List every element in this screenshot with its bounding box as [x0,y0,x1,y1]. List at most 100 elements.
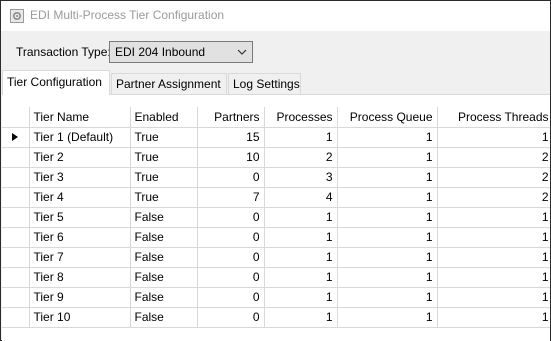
cell-enabled[interactable]: False [130,267,198,288]
cell-partners[interactable]: 0 [197,307,265,328]
title-bar[interactable]: EDI Multi-Process Tier Configuration [1,1,550,31]
table-row[interactable]: Tier 3 True 0 3 1 2 [2,167,550,188]
cell-processes[interactable]: 4 [264,187,338,208]
main-window: EDI Multi-Process Tier Configuration Tra… [0,0,551,341]
cell-tier-name[interactable]: Tier 5 [29,207,131,228]
cell-processes[interactable]: 1 [264,267,338,288]
cell-tier-name[interactable]: Tier 8 [29,267,131,288]
cell-enabled[interactable]: False [130,247,198,268]
cell-process-queue[interactable]: 1 [337,187,438,208]
cell-partners[interactable]: 0 [197,207,265,228]
cell-enabled[interactable]: True [130,147,198,168]
window-title: EDI Multi-Process Tier Configuration [30,8,225,22]
current-row-arrow-icon [12,133,19,141]
cell-processes[interactable]: 1 [264,207,338,228]
cell-tier-name[interactable]: Tier 10 [29,307,131,328]
table-row[interactable]: Tier 7 False 0 1 1 1 [2,247,550,268]
tab-partner-assignment[interactable]: Partner Assignment [111,73,227,94]
cell-tier-name[interactable]: Tier 4 [29,187,131,208]
row-selector[interactable] [2,127,30,148]
cell-process-queue[interactable]: 1 [337,207,438,228]
cell-tier-name[interactable]: Tier 7 [29,247,131,268]
row-selector[interactable] [2,227,30,248]
cell-tier-name[interactable]: Tier 6 [29,227,131,248]
cell-process-threads[interactable]: 1 [437,227,550,248]
cell-enabled[interactable]: False [130,307,198,328]
transaction-type-dropdown[interactable]: EDI 204 Inbound [109,41,253,63]
cell-process-queue[interactable]: 1 [337,287,438,308]
column-header-partners[interactable]: Partners [197,107,265,128]
row-selector[interactable] [2,207,30,228]
column-header-process-queue[interactable]: Process Queue [337,107,438,128]
cell-tier-name[interactable]: Tier 2 [29,147,131,168]
cell-partners[interactable]: 10 [197,147,265,168]
table-row[interactable]: Tier 9 False 0 1 1 1 [2,287,550,308]
cell-enabled[interactable]: False [130,207,198,228]
cell-partners[interactable]: 0 [197,247,265,268]
cell-process-threads[interactable]: 1 [437,247,550,268]
cell-processes[interactable]: 1 [264,247,338,268]
table-row[interactable]: Tier 6 False 0 1 1 1 [2,227,550,248]
cell-process-queue[interactable]: 1 [337,267,438,288]
row-selector[interactable] [2,267,30,288]
row-selector[interactable] [2,247,30,268]
cell-process-threads[interactable]: 1 [437,307,550,328]
cell-partners[interactable]: 0 [197,287,265,308]
cell-processes[interactable]: 1 [264,227,338,248]
row-selector[interactable] [2,187,30,208]
cell-processes[interactable]: 2 [264,147,338,168]
table-row[interactable]: Tier 10 False 0 1 1 1 [2,307,550,328]
row-selector[interactable] [2,147,30,168]
cell-process-threads[interactable]: 2 [437,167,550,188]
cell-process-queue[interactable]: 1 [337,147,438,168]
tab-tier-configuration[interactable]: Tier Configuration [2,70,110,95]
table-row[interactable]: Tier 5 False 0 1 1 1 [2,207,550,228]
column-header-processes[interactable]: Processes [264,107,338,128]
table-row[interactable]: Tier 2 True 10 2 1 2 [2,147,550,168]
cell-process-threads[interactable]: 1 [437,267,550,288]
row-selector[interactable] [2,307,30,328]
chevron-down-icon [237,49,247,55]
cell-partners[interactable]: 7 [197,187,265,208]
cell-partners[interactable]: 0 [197,167,265,188]
cell-process-threads[interactable]: 2 [437,147,550,168]
cell-enabled[interactable]: True [130,187,198,208]
column-header-tier-name[interactable]: Tier Name [29,107,131,128]
cell-partners[interactable]: 15 [197,127,265,148]
cell-processes[interactable]: 3 [264,167,338,188]
cell-tier-name[interactable]: Tier 3 [29,167,131,188]
tier-grid[interactable]: Tier Name Enabled Partners Processes Pro… [2,107,550,339]
cell-enabled[interactable]: True [130,127,198,148]
transaction-type-value: EDI 204 Inbound [115,45,206,59]
column-header-process-threads[interactable]: Process Threads [437,107,550,128]
cell-process-queue[interactable]: 1 [337,127,438,148]
table-row[interactable]: Tier 4 True 7 4 1 2 [2,187,550,208]
cell-process-queue[interactable]: 1 [337,247,438,268]
cell-partners[interactable]: 0 [197,267,265,288]
cell-processes[interactable]: 1 [264,287,338,308]
table-row[interactable]: Tier 1 (Default) True 15 1 1 1 [2,127,550,148]
tab-log-settings[interactable]: Log Settings [228,73,301,94]
row-selector[interactable] [2,167,30,188]
cell-process-queue[interactable]: 1 [337,167,438,188]
cell-process-threads[interactable]: 1 [437,127,550,148]
column-header-enabled[interactable]: Enabled [130,107,198,128]
cell-process-threads[interactable]: 1 [437,207,550,228]
cell-process-threads[interactable]: 2 [437,187,550,208]
row-header-corner [2,107,30,128]
cell-processes[interactable]: 1 [264,307,338,328]
tab-label: Log Settings [233,77,300,91]
table-row[interactable]: Tier 8 False 0 1 1 1 [2,267,550,288]
cell-process-threads[interactable]: 1 [437,287,550,308]
cell-partners[interactable]: 0 [197,227,265,248]
cell-enabled[interactable]: False [130,287,198,308]
row-selector[interactable] [2,287,30,308]
cell-enabled[interactable]: False [130,227,198,248]
cell-process-queue[interactable]: 1 [337,307,438,328]
cell-process-queue[interactable]: 1 [337,227,438,248]
cell-tier-name[interactable]: Tier 9 [29,287,131,308]
cell-processes[interactable]: 1 [264,127,338,148]
cell-tier-name[interactable]: Tier 1 (Default) [29,127,131,148]
cell-enabled[interactable]: True [130,167,198,188]
transaction-type-label: Transaction Type: [16,45,111,59]
